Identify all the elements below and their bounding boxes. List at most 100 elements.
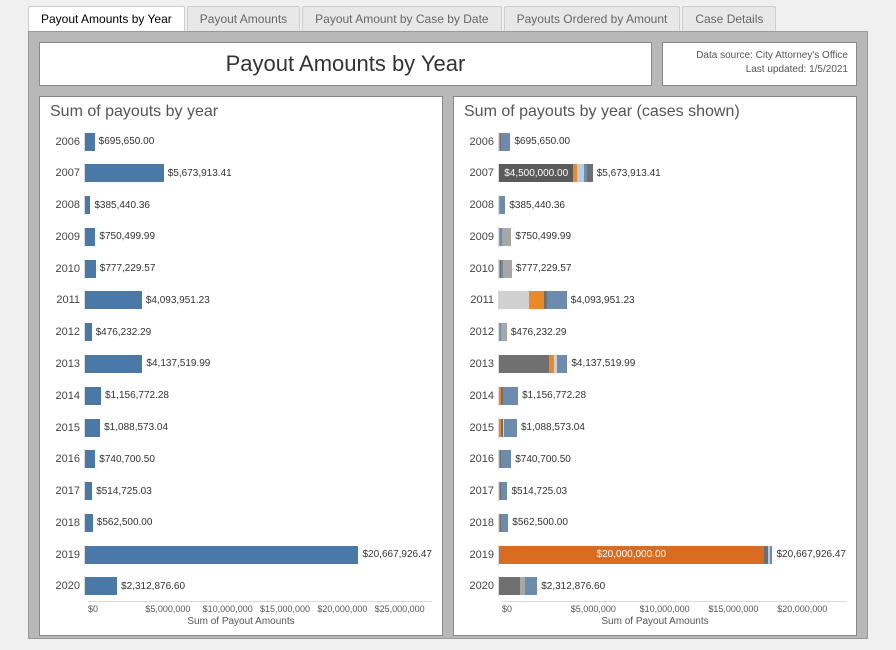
bar-fill[interactable]: [85, 387, 101, 405]
stacked-bar[interactable]: [499, 228, 511, 246]
stacked-bar[interactable]: [499, 387, 518, 405]
stacked-bar[interactable]: [499, 577, 537, 595]
stacked-bar[interactable]: [499, 323, 507, 341]
tab-payout-amounts[interactable]: Payout Amounts: [187, 6, 300, 31]
bar-segment[interactable]: $20,000,000.00: [499, 546, 764, 564]
bar-row: 2009$750,499.99: [50, 222, 432, 251]
tab-payout-amount-by-case-by-date[interactable]: Payout Amount by Case by Date: [302, 6, 501, 31]
stacked-bar[interactable]: [499, 419, 517, 437]
stacked-bar[interactable]: [499, 291, 567, 309]
bar-segment[interactable]: [557, 355, 568, 373]
bar-value-label: $562,500.00: [97, 517, 153, 528]
bar-segment[interactable]: [501, 133, 510, 151]
stacked-bar[interactable]: [499, 450, 511, 468]
bar-row: 2018$562,500.00: [50, 508, 432, 537]
year-label: 2020: [464, 580, 498, 592]
bar-segment[interactable]: [547, 291, 567, 309]
stacked-bar[interactable]: $4,500,000.00: [499, 164, 593, 182]
year-label: 2013: [50, 358, 84, 370]
chart-right: Sum of payouts by year (cases shown) 200…: [453, 96, 857, 636]
bar-fill[interactable]: [85, 196, 90, 214]
bar-value-label: $20,667,926.47: [776, 549, 846, 560]
bar-segment[interactable]: [525, 577, 537, 595]
stacked-bar[interactable]: [499, 133, 510, 151]
tab-payouts-ordered-by-amount[interactable]: Payouts Ordered by Amount: [504, 6, 681, 31]
stacked-bar[interactable]: [499, 260, 512, 278]
x-tick: $0: [502, 604, 571, 614]
year-label: 2007: [464, 167, 498, 179]
bar-row: 2012$476,232.29: [50, 318, 432, 347]
bar-value-label: $4,137,519.99: [146, 358, 210, 369]
chart-right-title: Sum of payouts by year (cases shown): [464, 103, 846, 121]
bar-fill[interactable]: [85, 323, 92, 341]
bar-segment[interactable]: [501, 450, 511, 468]
bar-fill[interactable]: [85, 419, 100, 437]
tab-payout-amounts-by-year[interactable]: Payout Amounts by Year: [28, 6, 185, 31]
bar-segment[interactable]: [499, 291, 529, 309]
bar-fill[interactable]: [85, 482, 92, 500]
bar-row: 2008$385,440.36: [464, 191, 846, 220]
bar-track: $4,500,000.00$5,673,913.41: [498, 163, 846, 183]
tab-case-details[interactable]: Case Details: [682, 6, 776, 31]
bar-segment[interactable]: [577, 164, 584, 182]
bar-segment[interactable]: [499, 577, 520, 595]
bar-value-label: $695,650.00: [99, 136, 155, 147]
bar-value-label: $562,500.00: [512, 517, 568, 528]
bar-segment[interactable]: [770, 546, 772, 564]
stacked-bar[interactable]: $20,000,000.00: [499, 546, 772, 564]
x-axis-left: $0$5,000,000$10,000,000$15,000,000$20,00…: [88, 601, 432, 614]
bar-fill[interactable]: [85, 546, 358, 564]
x-label-right: Sum of Payout Amounts: [464, 616, 846, 627]
bar-segment[interactable]: [502, 228, 512, 246]
bar-fill[interactable]: [85, 260, 96, 278]
bar-fill[interactable]: [85, 577, 117, 595]
bar-row: 2016$740,700.50: [50, 445, 432, 474]
segment-label: $20,000,000.00: [597, 549, 667, 560]
bar-segment[interactable]: [529, 291, 544, 309]
year-label: 2020: [50, 580, 84, 592]
bar-value-label: $740,700.50: [99, 454, 155, 465]
bar-row: 2008$385,440.36: [50, 191, 432, 220]
bar-fill[interactable]: [85, 228, 95, 246]
bar-segment[interactable]: [501, 482, 508, 500]
bar-row: 2013$4,137,519.99: [464, 349, 846, 378]
bars-right: 2006$695,650.002007$4,500,000.00$5,673,9…: [464, 125, 846, 601]
year-label: 2010: [464, 263, 498, 275]
bar-segment[interactable]: [504, 419, 517, 437]
bar-row: 2019$20,000,000.00$20,667,926.47: [464, 540, 846, 569]
info-updated: Last updated: 1/5/2021: [671, 63, 848, 77]
bar-fill[interactable]: [85, 514, 93, 532]
bar-value-label: $4,137,519.99: [571, 358, 635, 369]
bar-segment[interactable]: [500, 196, 505, 214]
bar-track: $1,156,772.28: [84, 386, 432, 406]
bar-segment[interactable]: [501, 323, 507, 341]
bar-row: 2010$777,229.57: [50, 254, 432, 283]
bar-fill[interactable]: [85, 164, 164, 182]
page-title: Payout Amounts by Year: [39, 42, 652, 86]
bar-track: $385,440.36: [84, 195, 432, 215]
bar-segment[interactable]: [503, 260, 512, 278]
header-row: Payout Amounts by Year Data source: City…: [39, 42, 857, 86]
bar-fill[interactable]: [85, 450, 95, 468]
stacked-bar[interactable]: [499, 482, 508, 500]
bar-value-label: $1,156,772.28: [105, 390, 169, 401]
bar-segment[interactable]: [503, 387, 518, 405]
bar-segment[interactable]: $4,500,000.00: [499, 164, 573, 182]
bar-row: 2014$1,156,772.28: [464, 381, 846, 410]
bar-segment[interactable]: [499, 355, 549, 373]
stacked-bar[interactable]: [499, 196, 505, 214]
year-label: 2018: [464, 517, 498, 529]
segment-label: $4,500,000.00: [504, 168, 568, 179]
bar-segment[interactable]: [501, 514, 508, 532]
stacked-bar[interactable]: [499, 514, 508, 532]
bar-track: $514,725.03: [84, 481, 432, 501]
bar-track: $385,440.36: [498, 195, 846, 215]
bar-segment[interactable]: [587, 164, 593, 182]
bar-fill[interactable]: [85, 355, 142, 373]
bar-track: $562,500.00: [84, 513, 432, 533]
bar-fill[interactable]: [85, 133, 95, 151]
bar-fill[interactable]: [85, 291, 142, 309]
stacked-bar[interactable]: [499, 355, 567, 373]
x-label-left: Sum of Payout Amounts: [50, 616, 432, 627]
year-label: 2007: [50, 167, 84, 179]
